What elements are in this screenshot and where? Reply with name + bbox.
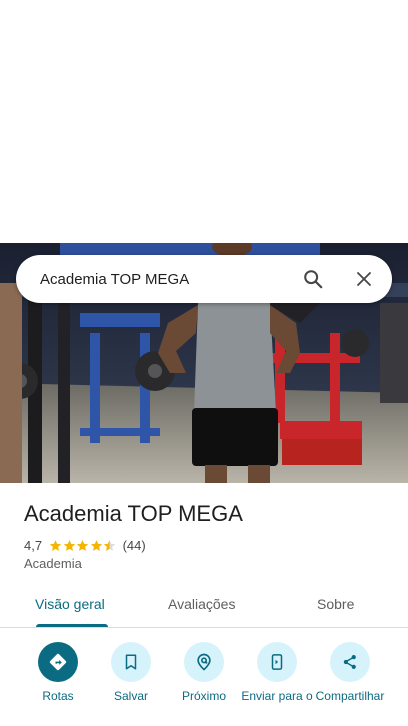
star-half-icon [103,539,116,551]
rating-row[interactable]: 4,7 (44) [24,536,146,554]
action-bar: Rotas Salvar Próximo Enviar para o Compa… [0,640,408,726]
send-to-phone-label: Enviar para o [241,689,313,703]
star-icon [90,539,102,551]
search-icon[interactable] [301,267,325,291]
send-to-phone-button[interactable]: Enviar para o [237,642,317,704]
place-category[interactable]: Academia [24,556,82,571]
place-title: Academia TOP MEGA [24,501,243,526]
directions-button-circle[interactable] [38,642,78,682]
active-tab-indicator [36,624,108,627]
share-button-circle[interactable] [330,642,370,682]
share-label: Compartilhar [315,689,385,703]
send-to-phone-icon [271,654,283,670]
send-to-phone-button-circle[interactable] [257,642,297,682]
save-button[interactable]: Salvar [91,642,171,704]
directions-label: Rotas [42,689,74,703]
nearby-button[interactable]: Próximo [164,642,244,704]
tab-bar: Visão geral Avaliações Sobre [0,588,408,628]
nearby-icon [197,653,211,671]
share-button[interactable]: Compartilhar [310,642,390,704]
directions-button[interactable]: Rotas [18,642,98,704]
star-icon [76,539,89,551]
search-input[interactable]: Academia TOP MEGA [16,271,301,288]
save-label: Salvar [113,689,148,703]
rating-value: 4,7 [24,537,43,553]
tab-reviews[interactable]: Avaliações [168,596,235,612]
share-icon [343,655,356,669]
tab-overview[interactable]: Visão geral [35,596,105,612]
star-icon [49,539,62,551]
tab-about[interactable]: Sobre [317,596,354,612]
nearby-label: Próximo [181,689,226,703]
save-button-circle[interactable] [111,642,151,682]
map-blank-area [0,0,408,243]
close-icon[interactable] [352,267,376,291]
rating-stars [49,539,117,552]
star-icon [63,539,75,551]
search-bar[interactable]: Academia TOP MEGA [16,255,392,303]
nearby-button-circle[interactable] [184,642,224,682]
bookmark-icon [125,654,137,670]
review-count: (44) [122,537,146,553]
directions-icon [49,653,67,671]
